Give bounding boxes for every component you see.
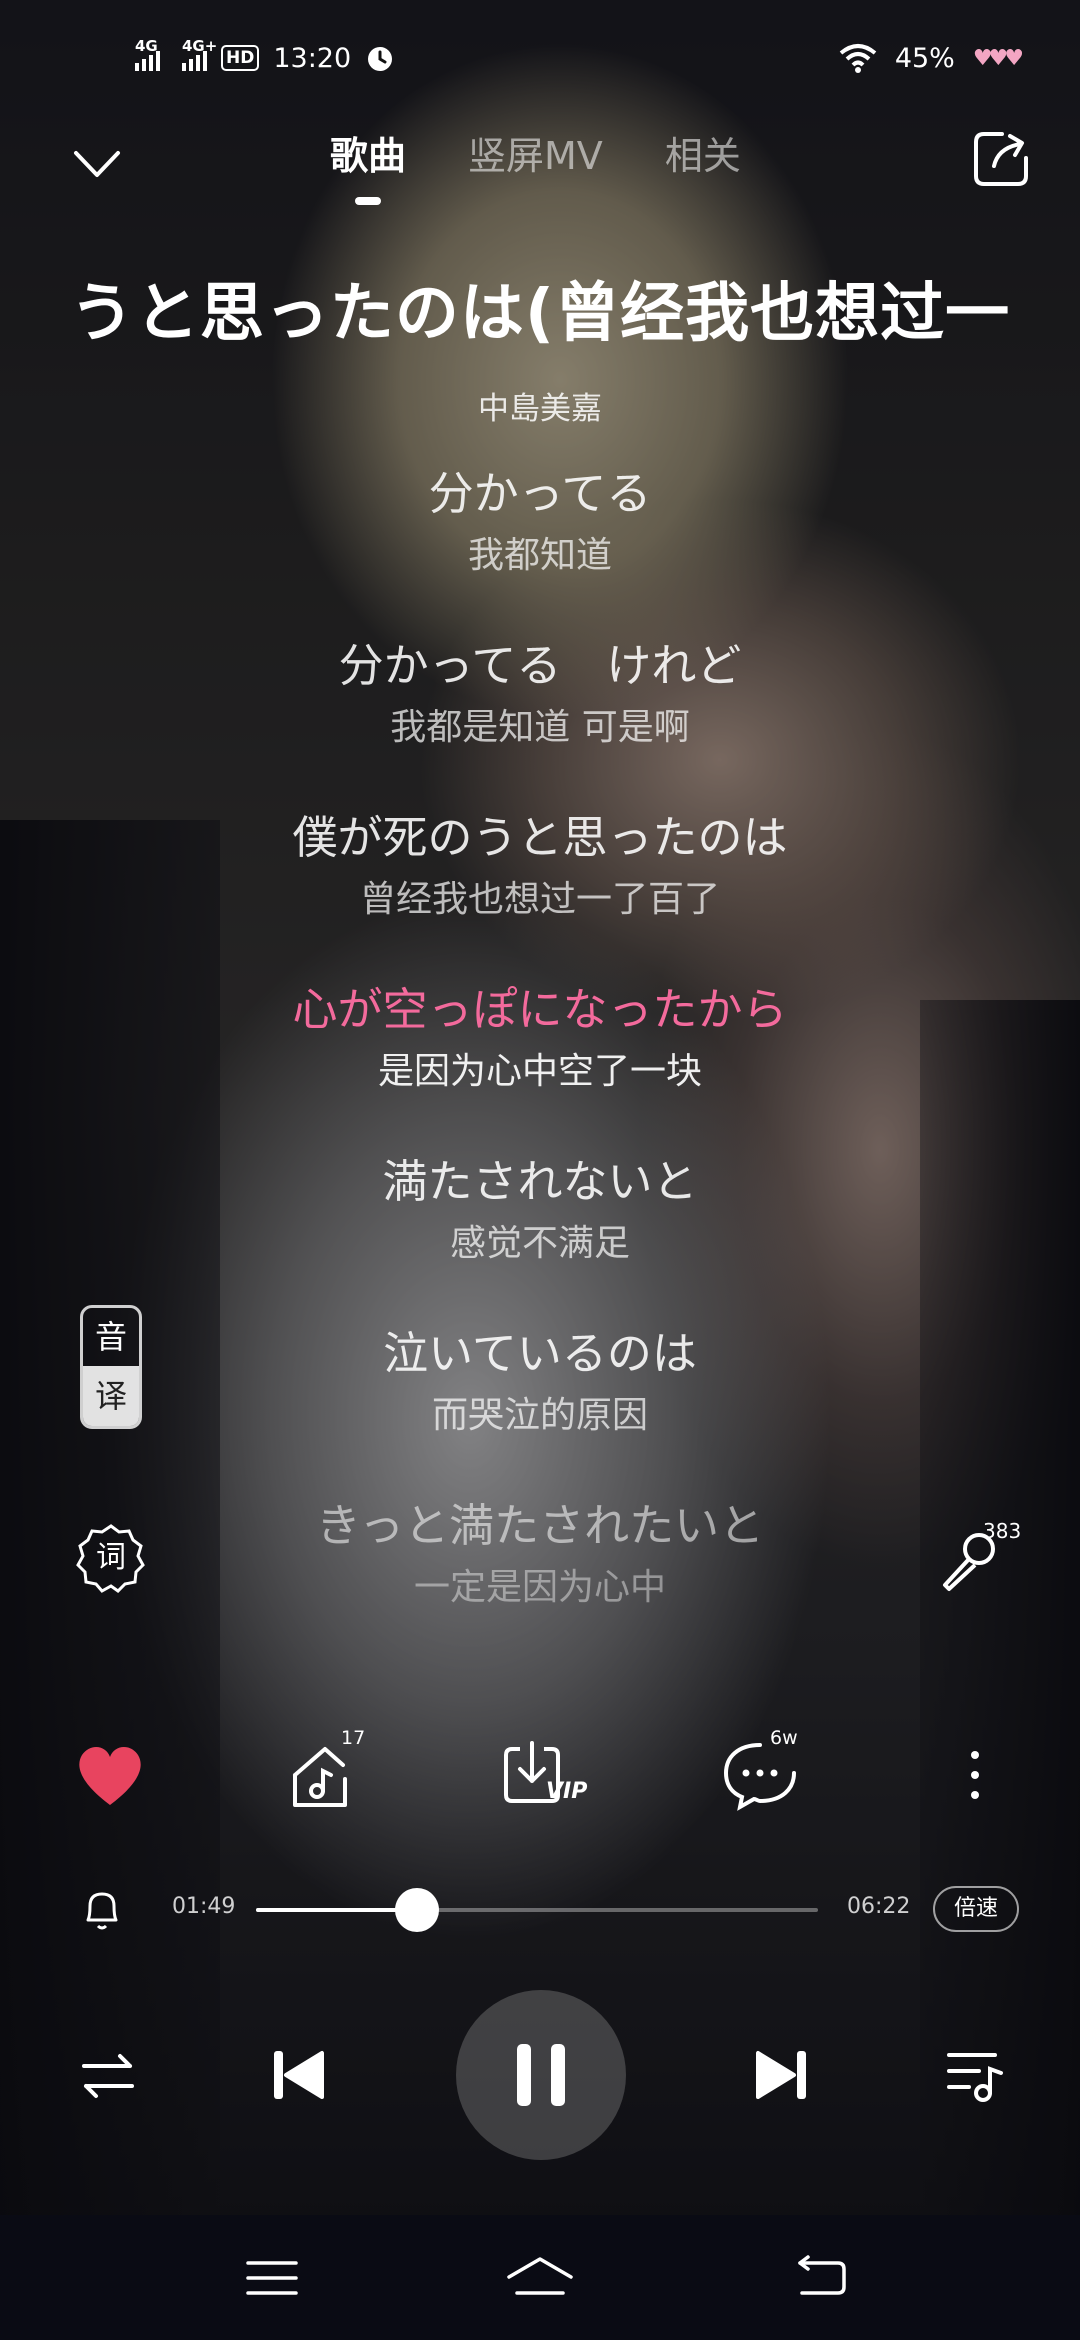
song-actions-row: 17 VIP 6w: [0, 1727, 1080, 1825]
tab-bar: 歌曲 竖屏MV 相关: [330, 125, 741, 180]
lyrics-poster-button[interactable]: 词: [75, 1522, 147, 1594]
lyric-line[interactable]: 僕が死のうと思ったのは 曾经我也想过一了百了: [0, 806, 1080, 978]
seek-thumb[interactable]: [394, 1888, 439, 1932]
lyric-translation: 是因为心中空了一块: [377, 1051, 702, 1092]
karaoke-mic-button[interactable]: 383: [935, 1519, 1021, 1595]
lyric-original: きっと満たされたいと: [315, 1499, 765, 1552]
lyric-translation: 我都知道: [467, 535, 612, 576]
battery-percent: 45%: [894, 42, 955, 74]
lyric-translation: 而哭泣的原因: [431, 1395, 648, 1436]
tab-song[interactable]: 歌曲: [330, 125, 406, 180]
lyric-line[interactable]: 分かってる 我都知道: [0, 462, 1080, 634]
previous-track-icon[interactable]: [268, 2045, 328, 2105]
sleep-timer-bell-icon[interactable]: [80, 1886, 124, 1932]
tab-vertical-mv[interactable]: 竖屏MV: [468, 125, 603, 180]
lyric-original: 分かってる けれど: [338, 639, 742, 692]
seek-bar-fill: [256, 1908, 417, 1912]
song-title: うと思ったのは(曾经我也想过一: [69, 277, 1011, 351]
playback-progress: 01:49 06:22 倍速: [0, 1880, 1080, 1940]
lyric-original: 分かってる: [428, 467, 652, 520]
playback-speed-button[interactable]: 倍速: [933, 1886, 1019, 1932]
lyric-original: 僕が死のうと思ったのは: [292, 811, 788, 864]
share-icon[interactable]: [972, 130, 1030, 188]
lyric-line[interactable]: きっと満たされたいと 一定是因为心中: [0, 1494, 1080, 1666]
lyric-translation: 我都是知道 可是啊: [390, 707, 690, 748]
download-button[interactable]: VIP: [500, 1735, 600, 1815]
signal-1-icon: 4G: [135, 37, 160, 71]
back-icon[interactable]: [790, 2253, 850, 2303]
tab-related[interactable]: 相关: [665, 125, 741, 180]
comment-count: 6w: [770, 1727, 798, 1749]
recent-apps-menu-icon[interactable]: [242, 2253, 302, 2303]
lyrics-badge-label: 词: [96, 1540, 126, 1575]
lyric-translation: 一定是因为心中: [413, 1567, 666, 1608]
status-time: 13:20: [273, 42, 352, 74]
shuffle-mode-icon[interactable]: [80, 2050, 136, 2102]
playback-controls: [0, 1990, 1080, 2160]
alarm-icon: [368, 47, 393, 71]
song-info-count: 17: [341, 1727, 366, 1749]
lyric-original: 心が空っぽになったから: [292, 983, 788, 1036]
lyric-translation: 感觉不满足: [449, 1223, 630, 1264]
system-navigation-bar: [0, 2215, 1080, 2340]
current-time: 01:49: [172, 1894, 236, 1919]
more-options-icon[interactable]: [955, 1735, 995, 1815]
lyric-translation: 曾经我也想过一了百了: [359, 879, 720, 920]
wifi-icon: [839, 44, 877, 73]
play-pause-button[interactable]: [456, 1990, 626, 2160]
lyric-original: 満たされないと: [382, 1155, 698, 1208]
lyric-line[interactable]: 満たされないと 感觉不满足: [0, 1150, 1080, 1322]
hd-voice-icon: HD: [221, 45, 260, 71]
status-bar: 4G 4G+ HD 13:20 45% ♥♥♥: [135, 36, 1024, 80]
seek-bar[interactable]: [256, 1888, 818, 1932]
pause-icon: [517, 2044, 565, 2106]
transliteration-label: 音: [94, 1318, 127, 1356]
signal-2-icon: 4G+: [182, 37, 217, 71]
battery-hearts-icon: ♥♥♥: [972, 45, 1024, 71]
comments-button[interactable]: 6w: [720, 1727, 800, 1815]
home-icon[interactable]: [505, 2253, 575, 2303]
artist-name[interactable]: 中島美嘉: [0, 383, 1080, 428]
translation-label: 译: [83, 1366, 139, 1426]
karaoke-count: 383: [983, 1519, 1022, 1543]
lyric-line-current[interactable]: 心が空っぽになったから 是因为心中空了一块: [0, 978, 1080, 1150]
total-time: 06:22: [847, 1894, 911, 1919]
transliteration-toggle-button[interactable]: 音 译: [80, 1305, 142, 1429]
like-heart-icon[interactable]: [70, 1735, 150, 1815]
top-navigation: 歌曲 竖屏MV 相关: [0, 125, 1080, 215]
lyrics-panel[interactable]: 分かってる 我都知道 分かってる けれど 我都是知道 可是啊 僕が死のうと思った…: [0, 462, 1080, 1666]
lyric-line[interactable]: 泣いているのは 而哭泣的原因: [0, 1322, 1080, 1494]
vip-label: VIP: [546, 1779, 588, 1804]
playlist-queue-icon[interactable]: [945, 2045, 1005, 2105]
song-info-button[interactable]: 17: [285, 1727, 365, 1815]
lyric-line[interactable]: 分かってる けれど 我都是知道 可是啊: [0, 634, 1080, 806]
next-track-icon[interactable]: [752, 2045, 812, 2105]
collapse-chevron-down-icon[interactable]: [72, 145, 122, 185]
lyric-original: 泣いているのは: [383, 1327, 697, 1380]
